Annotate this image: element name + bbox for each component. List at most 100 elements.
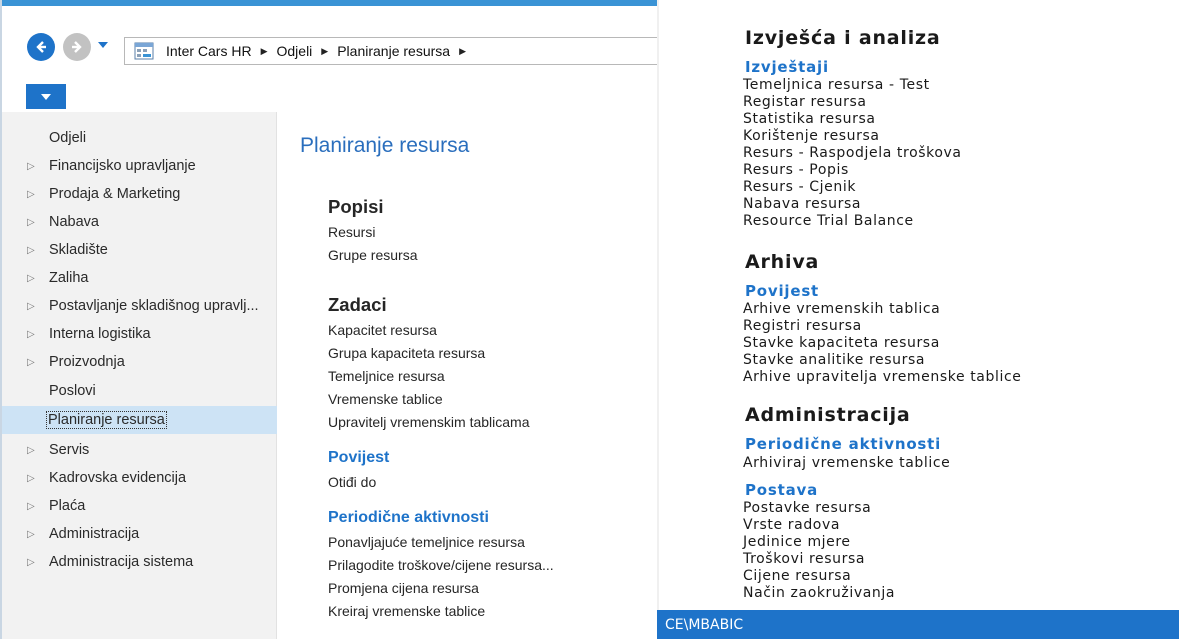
page-title: Planiranje resursa [300, 134, 470, 157]
sidebar-item-label: Nabava [49, 214, 99, 230]
link-setup[interactable]: Troškovi resursa [743, 551, 865, 567]
breadcrumb-root[interactable]: Inter Cars HR [166, 43, 252, 59]
link-upravitelj[interactable]: Upravitelj vremenskim tablicama [328, 414, 530, 430]
expand-triangle-icon[interactable]: ▷ [27, 161, 43, 172]
sidebar-item-label: Administracija sistema [49, 554, 194, 570]
expand-triangle-icon[interactable]: ▷ [27, 245, 43, 256]
link-arhiviraj[interactable]: Arhiviraj vremenske tablice [743, 455, 950, 471]
link-vremenske-tablice[interactable]: Vremenske tablice [328, 391, 443, 407]
link-kapacitet-resursa[interactable]: Kapacitet resursa [328, 322, 437, 338]
breadcrumb-separator-icon[interactable]: ▶ [321, 46, 328, 57]
link-report[interactable]: Nabava resursa [743, 196, 861, 212]
link-report[interactable]: Resurs - Raspodjela troškova [743, 145, 962, 161]
app-menu-button[interactable] [26, 84, 66, 109]
expand-triangle-icon[interactable]: ▷ [27, 501, 43, 512]
group-heading-zadaci: Zadaci [328, 294, 387, 315]
expand-triangle-icon[interactable]: ▷ [27, 217, 43, 228]
expand-triangle-icon[interactable]: ▷ [27, 357, 43, 368]
link-ponavljajuce[interactable]: Ponavljajuće temeljnice resursa [328, 534, 525, 550]
expand-triangle-icon[interactable]: ▷ [27, 557, 43, 568]
sidebar-item-label: Poslovi [49, 383, 96, 399]
link-setup[interactable]: Postavke resursa [743, 500, 871, 516]
link-report[interactable]: Registar resursa [743, 94, 867, 110]
link-setup[interactable]: Način zaokruživanja [743, 585, 895, 601]
sidebar-item-label: Plaća [49, 498, 86, 514]
link-prilagodite[interactable]: Prilagodite troškove/cijene resursa... [328, 557, 554, 573]
content-pane: Planiranje resursa Popisi Resursi Grupe … [278, 112, 659, 639]
link-resursi[interactable]: Resursi [328, 224, 375, 240]
link-report[interactable]: Statistika resursa [743, 111, 876, 127]
expand-triangle-icon[interactable]: ▷ [27, 473, 43, 484]
history-dropdown-icon[interactable] [98, 42, 108, 48]
address-bar[interactable]: Inter Cars HR ▶ Odjeli ▶ Planiranje resu… [124, 37, 659, 65]
sidebar-item-placa[interactable]: ▷ Plaća [2, 492, 277, 520]
subheading-periodicne: Periodične aktivnosti [328, 509, 489, 526]
sidebar-item-poslovi[interactable]: Poslovi [2, 377, 277, 405]
link-setup[interactable]: Vrste radova [743, 517, 840, 533]
group-heading-popisi: Popisi [328, 196, 384, 217]
sidebar-item-postavljanje[interactable]: ▷ Postavljanje skladišnog upravlj... [2, 292, 277, 320]
breadcrumb-separator-icon[interactable]: ▶ [261, 46, 268, 57]
content-continuation-pane: Izvješća i analiza Izvještaji Temeljnica… [657, 0, 1179, 639]
link-report[interactable]: Resurs - Cjenik [743, 179, 856, 195]
sidebar-item-planiranje-resursa[interactable]: Planiranje resursa [2, 406, 277, 434]
sidebar-item-kadrovska[interactable]: ▷ Kadrovska evidencija [2, 464, 277, 492]
sidebar-item-zaliha[interactable]: ▷ Zaliha [2, 264, 277, 292]
sidebar-item-label: Postavljanje skladišnog upravlj... [49, 298, 259, 314]
link-setup[interactable]: Jedinice mjere [743, 534, 851, 550]
pane-divider [657, 0, 659, 610]
sidebar-item-interna-logistika[interactable]: ▷ Interna logistika [2, 320, 277, 348]
chevron-down-icon [41, 93, 51, 100]
link-temeljnice-resursa[interactable]: Temeljnice resursa [328, 368, 445, 384]
sidebar-item-odjeli[interactable]: Odjeli [2, 124, 277, 152]
group-heading-arhiva: Arhiva [745, 251, 820, 273]
sidebar-item-label: Skladište [49, 242, 108, 258]
link-grupe-resursa[interactable]: Grupe resursa [328, 247, 417, 263]
link-promjena-cijena[interactable]: Promjena cijena resursa [328, 580, 479, 596]
toolbar: Inter Cars HR ▶ Odjeli ▶ Planiranje resu… [2, 0, 659, 112]
breadcrumb-separator-icon[interactable]: ▶ [459, 46, 466, 57]
link-grupa-kapaciteta[interactable]: Grupa kapaciteta resursa [328, 345, 485, 361]
link-archive[interactable]: Stavke kapaciteta resursa [743, 335, 940, 351]
expand-triangle-icon[interactable]: ▷ [27, 445, 43, 456]
status-bar: CE\MBABIC [657, 610, 1179, 639]
expand-triangle-icon[interactable]: ▷ [27, 301, 43, 312]
subheading-povijest: Povijest [328, 449, 390, 466]
expand-triangle-icon[interactable]: ▷ [27, 273, 43, 284]
link-archive[interactable]: Arhive vremenskih tablica [743, 301, 940, 317]
link-kreiraj-tablice[interactable]: Kreiraj vremenske tablice [328, 603, 485, 619]
navigation-window: Inter Cars HR ▶ Odjeli ▶ Planiranje resu… [0, 0, 659, 639]
sidebar-item-skladiste[interactable]: ▷ Skladište [2, 236, 277, 264]
back-button[interactable] [27, 33, 55, 61]
sidebar-item-proizvodnja[interactable]: ▷ Proizvodnja [2, 348, 277, 376]
sidebar-item-servis[interactable]: ▷ Servis [2, 436, 277, 464]
sidebar-item-label: Zaliha [49, 270, 89, 286]
back-arrow-icon [36, 41, 46, 53]
breadcrumb-current[interactable]: Planiranje resursa [337, 43, 450, 59]
sidebar-item-nabava[interactable]: ▷ Nabava [2, 208, 277, 236]
sidebar-item-label: Servis [49, 442, 90, 458]
link-archive[interactable]: Registri resursa [743, 318, 862, 334]
link-report[interactable]: Resurs - Popis [743, 162, 849, 178]
link-setup[interactable]: Cijene resursa [743, 568, 851, 584]
link-archive[interactable]: Stavke analitike resursa [743, 352, 925, 368]
subheading-povijest: Povijest [745, 282, 820, 300]
expand-triangle-icon[interactable]: ▷ [27, 529, 43, 540]
sidebar-item-financijsko[interactable]: ▷ Financijsko upravljanje [2, 152, 277, 180]
sidebar-item-administracija[interactable]: ▷ Administracija [2, 520, 277, 548]
link-report[interactable]: Korištenje resursa [743, 128, 880, 144]
link-archive[interactable]: Arhive upravitelja vremenske tablice [743, 369, 1021, 385]
sidebar-item-administracija-sistema[interactable]: ▷ Administracija sistema [2, 548, 277, 576]
link-report[interactable]: Temeljnica resursa - Test [743, 77, 930, 93]
sidebar-item-label: Kadrovska evidencija [49, 470, 187, 486]
link-report[interactable]: Resource Trial Balance [743, 213, 914, 229]
subheading-periodicne: Periodične aktivnosti [745, 435, 942, 453]
subheading-postava: Postava [745, 481, 819, 499]
sidebar-item-prodaja[interactable]: ▷ Prodaja & Marketing [2, 180, 277, 208]
expand-triangle-icon[interactable]: ▷ [27, 329, 43, 340]
breadcrumb-odjeli[interactable]: Odjeli [277, 43, 313, 59]
expand-triangle-icon[interactable]: ▷ [27, 189, 43, 200]
link-otidi-do[interactable]: Otiđi do [328, 474, 376, 490]
forward-button[interactable] [63, 33, 91, 61]
sidebar-item-label: Odjeli [49, 130, 87, 146]
